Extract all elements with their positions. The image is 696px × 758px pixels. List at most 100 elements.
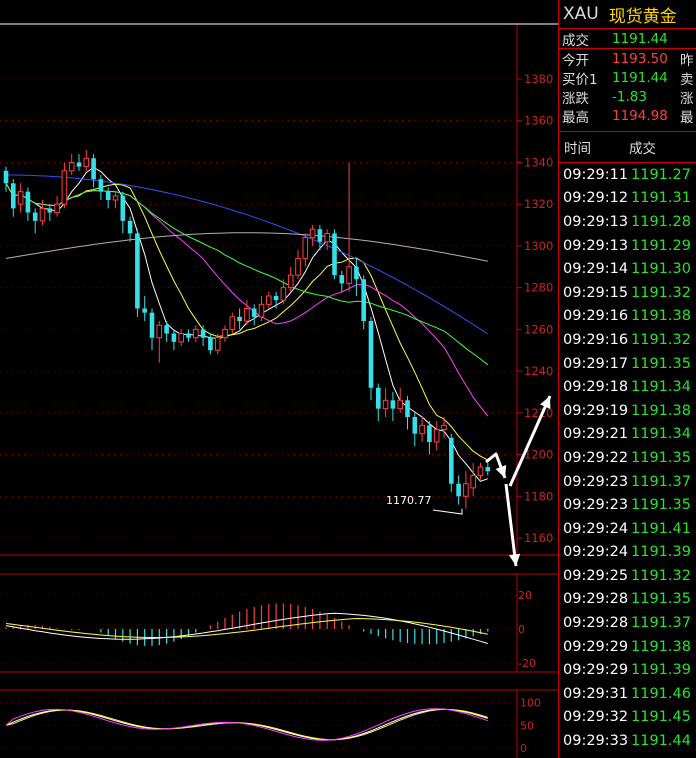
tick-row[interactable]: 09:29:23 1191.35 bbox=[559, 493, 696, 517]
tick-price: 1191.32 bbox=[631, 331, 691, 348]
price-tick-label: 1300 bbox=[524, 239, 553, 253]
quote-field-value: 1193.50 bbox=[612, 50, 668, 67]
quote-field-label: 今开 bbox=[562, 52, 589, 69]
tick-row[interactable]: 09:29:19 1191.38 bbox=[559, 399, 696, 423]
candle-body bbox=[149, 312, 155, 338]
candle-body bbox=[449, 437, 454, 484]
candle-body bbox=[200, 329, 206, 338]
arrow-small-dip bbox=[485, 452, 507, 479]
tick-row[interactable]: 09:29:29 1191.39 bbox=[559, 658, 696, 682]
price-tick-label: 1360 bbox=[524, 114, 553, 128]
quote-field-label: 成交 bbox=[562, 32, 589, 49]
tick-row[interactable]: 09:29:22 1191.35 bbox=[559, 446, 696, 470]
tick-price: 1191.38 bbox=[631, 402, 691, 419]
tick-price-header: 成交 bbox=[629, 141, 656, 157]
tick-row[interactable]: 09:29:17 1191.35 bbox=[559, 352, 696, 376]
candle-body bbox=[54, 203, 60, 214]
ma20-line bbox=[5, 183, 489, 417]
kdj-tick-label: 100 bbox=[520, 697, 541, 710]
candle-body bbox=[295, 257, 301, 276]
tick-row[interactable]: 09:29:23 1191.37 bbox=[559, 470, 696, 494]
kdj-tick-label: 50 bbox=[520, 719, 534, 732]
quote-row: 今开 1193.50 昨 bbox=[559, 48, 696, 68]
candle-body bbox=[208, 337, 213, 351]
candle-body bbox=[354, 266, 359, 280]
quote-field-value: 1191.44 bbox=[612, 30, 668, 47]
candle-body bbox=[309, 228, 316, 239]
ma120-line bbox=[5, 232, 488, 262]
candle-body bbox=[164, 325, 169, 334]
candle-body bbox=[32, 212, 38, 221]
tick-row[interactable]: 09:29:31 1191.46 bbox=[559, 682, 696, 706]
candle-body bbox=[477, 466, 484, 476]
tick-time: 09:29:16 bbox=[563, 308, 629, 325]
tick-time: 09:29:19 bbox=[563, 402, 629, 419]
tick-price: 1191.35 bbox=[631, 591, 691, 608]
candle-body bbox=[368, 321, 374, 388]
tick-time-header: 时间 bbox=[564, 141, 591, 157]
tick-row[interactable]: 09:29:24 1191.41 bbox=[559, 517, 696, 541]
tick-row[interactable]: 09:29:11 1191.27 bbox=[559, 163, 696, 187]
tick-time: 09:29:22 bbox=[563, 449, 629, 466]
candle-body bbox=[339, 275, 345, 284]
tick-price: 1191.44 bbox=[631, 733, 691, 750]
candle-body bbox=[485, 467, 491, 472]
candle-body bbox=[25, 191, 31, 213]
tick-time: 09:29:31 bbox=[563, 685, 629, 702]
tick-row[interactable]: 09:29:29 1191.38 bbox=[559, 635, 696, 659]
candle-body bbox=[346, 266, 352, 284]
candle-body bbox=[178, 333, 184, 343]
tick-price: 1191.34 bbox=[631, 379, 691, 396]
tick-row[interactable]: 09:29:13 1191.29 bbox=[559, 234, 696, 258]
kline-chart[interactable]: 1380136013401320130012801260124012201200… bbox=[0, 0, 558, 758]
tick-row[interactable]: 09:29:15 1191.32 bbox=[559, 281, 696, 305]
candle-body bbox=[47, 208, 53, 213]
candlesticks[interactable] bbox=[3, 149, 491, 515]
candle-body bbox=[39, 207, 46, 222]
tick-time: 09:29:17 bbox=[563, 355, 629, 372]
candle-body bbox=[273, 295, 279, 301]
candle-body bbox=[376, 387, 381, 409]
tick-row[interactable]: 09:29:33 1191.44 bbox=[559, 729, 696, 753]
low-price-label: 1170.77 bbox=[386, 494, 432, 507]
tick-price: 1191.32 bbox=[631, 284, 691, 301]
tick-row[interactable]: 09:29:16 1191.38 bbox=[559, 305, 696, 329]
candle-body bbox=[441, 424, 447, 431]
tick-time: 09:29:32 bbox=[563, 709, 629, 726]
tick-time: 09:29:13 bbox=[563, 213, 629, 230]
tick-price: 1191.28 bbox=[631, 213, 691, 230]
tick-time: 09:29:14 bbox=[563, 261, 629, 278]
macd-tick-label: 0 bbox=[518, 623, 525, 636]
instrument-name: 现货黄金 bbox=[608, 6, 677, 27]
tick-price: 1191.39 bbox=[631, 544, 691, 561]
tick-row[interactable]: 09:29:25 1191.32 bbox=[559, 564, 696, 588]
tick-row[interactable]: 09:29:14 1191.30 bbox=[559, 257, 696, 281]
tick-time: 09:29:24 bbox=[563, 520, 629, 537]
macd-panel: 20 0 -20 bbox=[0, 589, 536, 670]
tick-time: 09:29:23 bbox=[563, 473, 629, 490]
symbol: XAU bbox=[563, 4, 599, 24]
ma30-line bbox=[5, 183, 489, 366]
tick-row[interactable]: 09:29:12 1191.31 bbox=[559, 187, 696, 211]
quote-field-extra: 昨 bbox=[680, 52, 694, 69]
tick-time: 09:29:24 bbox=[563, 544, 629, 561]
price-axis: 1380136013401320130012801260124012201200… bbox=[0, 72, 553, 545]
candle-body bbox=[171, 333, 177, 342]
tick-row[interactable]: 09:29:13 1191.28 bbox=[559, 210, 696, 234]
tick-list[interactable]: 09:29:11 1191.27 09:29:12 1191.31 09:29:13 11… bbox=[559, 163, 696, 753]
tick-row[interactable]: 09:29:24 1191.39 bbox=[559, 541, 696, 565]
tick-price: 1191.27 bbox=[631, 166, 691, 183]
tick-price: 1191.34 bbox=[631, 426, 691, 443]
tick-row[interactable]: 09:29:28 1191.35 bbox=[559, 588, 696, 612]
tick-row[interactable]: 09:29:21 1191.34 bbox=[559, 423, 696, 447]
tick-row[interactable]: 09:29:18 1191.34 bbox=[559, 375, 696, 399]
candle-body bbox=[419, 424, 425, 435]
tick-row[interactable]: 09:29:32 1191.45 bbox=[559, 706, 696, 730]
quote-field-value: 1194.98 bbox=[612, 107, 668, 124]
tick-row[interactable]: 09:29:28 1191.37 bbox=[559, 611, 696, 635]
quote-field-extra: 卖 bbox=[680, 71, 694, 88]
candle-body bbox=[229, 316, 236, 330]
tick-row[interactable]: 09:29:16 1191.32 bbox=[559, 328, 696, 352]
tick-time: 09:29:29 bbox=[563, 638, 629, 655]
kdj-panel: 100 50 0 bbox=[0, 697, 541, 755]
